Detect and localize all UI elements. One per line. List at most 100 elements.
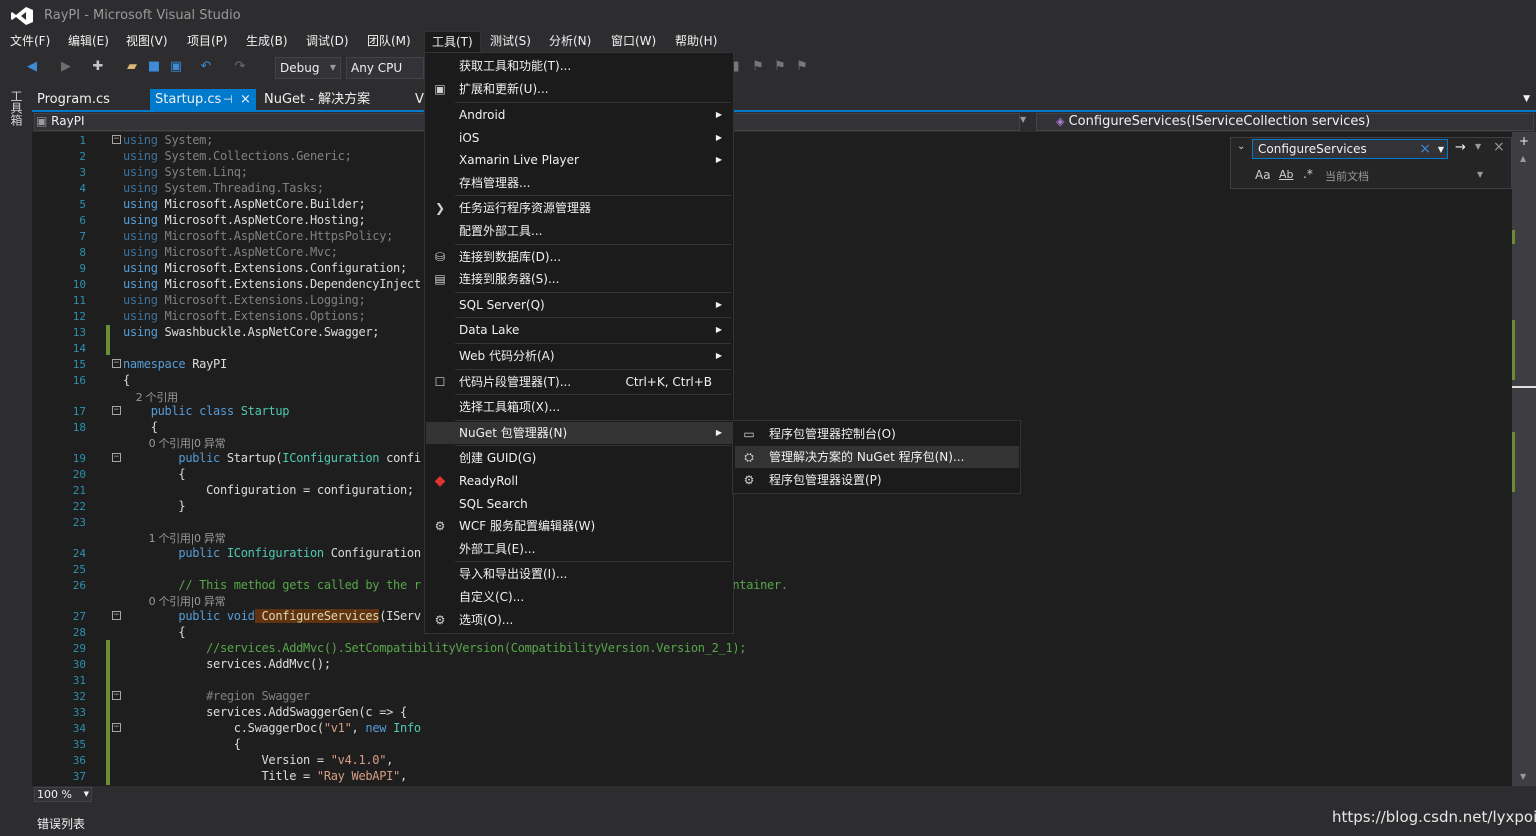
close-icon[interactable]: × (1493, 139, 1505, 155)
menu-separator (455, 394, 731, 396)
menu-bar: 文件(F) 编辑(E) 视图(V) 项目(P) 生成(B) 调试(D) 团队(M) 工具(T)… (0, 31, 1536, 53)
menu-item[interactable]: 代码片段管理器(T)... ☐ Ctrl+K, Ctrl+B (426, 371, 732, 393)
submenu-arrow-icon: ▶ (715, 299, 722, 309)
menu-item[interactable]: 生成(B) (239, 31, 295, 53)
watermark: https://blog.csdn.net/lyxpoid (1332, 808, 1536, 826)
menu-item[interactable]: 窗口(W) (604, 31, 663, 53)
menu-item[interactable]: 项目(P) (180, 31, 235, 53)
save-icon[interactable]: ■ (146, 59, 162, 75)
scroll-position-marker (1512, 386, 1536, 388)
menu-item[interactable]: 选择工具箱项(X)... (426, 396, 732, 418)
scroll-up-icon[interactable]: ▲ (1520, 154, 1526, 163)
toolbox-tab[interactable]: 工具箱 (9, 90, 25, 126)
project-icon: ▣ (36, 114, 48, 128)
menu-item[interactable]: 创建 GUID(G) (426, 447, 732, 469)
window-title: RayPI - Microsoft Visual Studio (44, 8, 241, 23)
match-case-icon[interactable]: Aa (1255, 168, 1271, 182)
bookmark-clear-icon[interactable]: ⚑ (794, 59, 810, 75)
close-icon[interactable]: × (240, 89, 251, 111)
undo-icon[interactable]: ↶ (198, 59, 214, 75)
bookmark-prev-icon[interactable]: ⚑ (750, 59, 766, 75)
menu-item[interactable]: 调试(D) (299, 31, 356, 53)
new-project-icon[interactable]: ✚ (90, 59, 106, 75)
chevron-down-icon[interactable]: ▼ (1438, 141, 1444, 159)
menu-item[interactable]: 视图(V) (119, 31, 175, 53)
find-input-value: ConfigureServices (1258, 142, 1367, 156)
horizontal-scrollbar[interactable] (32, 786, 1536, 803)
tab-program-cs[interactable]: Program.cs (32, 89, 115, 111)
error-list-title[interactable]: 错误列表 (37, 815, 85, 832)
regex-icon[interactable]: .* (1303, 167, 1313, 181)
expand-replace-icon[interactable]: ⌄ (1237, 141, 1245, 152)
submenu-item[interactable]: 管理解决方案的 NuGet 程序包(N)... ⛭ (735, 446, 1019, 468)
solution-config-select[interactable]: Debug ▼ (275, 57, 341, 79)
menu-item[interactable]: SQL Server(Q) ▶ (426, 294, 732, 316)
back-icon[interactable]: ◀ (24, 59, 40, 75)
menu-item[interactable]: 分析(N) (542, 31, 598, 53)
menu-separator (455, 291, 731, 293)
menu-item[interactable]: WCF 服务配置编辑器(W) ⚙ (426, 515, 732, 537)
scroll-track[interactable] (1514, 170, 1534, 770)
menu-item[interactable]: NuGet 包管理器(N) ▶ (426, 421, 732, 444)
menu-item[interactable]: 选项(O)... ⚙ (426, 609, 732, 631)
find-input[interactable]: ConfigureServices × ▼ (1252, 139, 1448, 159)
solution-platform-value: Any CPU (351, 61, 403, 75)
menu-item[interactable]: 配置外部工具... (426, 220, 732, 242)
bookmark-next-icon[interactable]: ⚑ (772, 59, 788, 75)
menu-item[interactable]: 导入和导出设置(I)... (426, 563, 732, 585)
redo-icon[interactable]: ↷ (232, 59, 248, 75)
menu-item[interactable]: SQL Search (426, 493, 732, 515)
menu-item[interactable]: 团队(M) (360, 31, 418, 53)
menu-item-label: 选择工具箱项(X)... (459, 400, 561, 415)
submenu-item-label: 程序包管理器设置(P) (769, 473, 882, 487)
whole-word-icon[interactable]: Ab (1279, 168, 1294, 181)
menu-item-label: 创建 GUID(G) (459, 451, 537, 466)
submenu-item[interactable]: 程序包管理器控制台(O) ▭ (735, 423, 1019, 445)
menu-item[interactable]: 存档管理器... (426, 172, 732, 194)
split-icon[interactable]: + (1519, 134, 1529, 148)
menu-item[interactable]: Xamarin Live Player ▶ (426, 149, 732, 171)
menu-item[interactable]: 外部工具(E)... (426, 538, 732, 560)
menu-item[interactable]: ReadyRoll ◆ (426, 470, 732, 492)
menu-separator (455, 317, 731, 319)
menu-item[interactable]: 获取工具和功能(T)... (426, 55, 732, 77)
menu-item-label: 选项(O)... (459, 612, 514, 627)
menu-item[interactable]: 任务运行程序资源管理器 ❯ (426, 197, 732, 219)
tab-startup-cs[interactable]: Startup.cs ⊣ × (150, 89, 256, 111)
nav-member[interactable]: ◈ ConfigureServices(IServiceCollection s… (1056, 114, 1370, 129)
menu-item[interactable]: Android ▶ (426, 104, 732, 126)
menu-item[interactable]: 扩展和更新(U)... ▣ (426, 78, 732, 100)
submenu-item[interactable]: 程序包管理器设置(P) ⚙ (735, 469, 1019, 491)
scroll-down-icon[interactable]: ▼ (1520, 772, 1526, 781)
menu-item[interactable]: 连接到数据库(D)... ⛁ (426, 246, 732, 268)
submenu-arrow-icon: ▶ (715, 351, 722, 360)
menu-item[interactable]: 帮助(H) (668, 31, 724, 53)
menu-item[interactable]: 编辑(E) (61, 31, 116, 53)
zoom-select[interactable]: 100 % ▼ (34, 787, 92, 802)
nav-project[interactable]: ▣ RayPI (36, 114, 84, 128)
tab-nuget-solution[interactable]: NuGet - 解决方案 (259, 89, 375, 111)
find-next-icon[interactable]: → (1455, 140, 1466, 155)
menu-item[interactable]: Data Lake ▶ (426, 319, 732, 341)
tab-label: Startup.cs (155, 92, 222, 107)
menu-item[interactable]: 文件(F) (3, 31, 57, 53)
menu-item[interactable]: 工具(T) (424, 31, 481, 53)
menu-item[interactable]: Web 代码分析(A) ▶ (426, 345, 732, 367)
save-all-icon[interactable]: ▣ (168, 59, 184, 75)
menu-item[interactable]: iOS ▶ (426, 127, 732, 149)
console-icon: ▭ (743, 427, 755, 441)
gear-icon: ⚙ (434, 612, 446, 627)
solution-platform-select[interactable]: Any CPU (346, 57, 424, 79)
toolbox-strip (0, 83, 32, 836)
pin-icon[interactable]: ⊣ (223, 89, 233, 111)
find-scope[interactable]: 当前文档 (1325, 168, 1369, 184)
menu-item[interactable]: 连接到服务器(S)... ▤ (426, 268, 732, 290)
menu-item[interactable]: 测试(S) (483, 31, 538, 53)
menu-item-label: 获取工具和功能(T)... (459, 59, 572, 73)
vertical-scrollbar[interactable]: + ▲ ▼ (1512, 132, 1536, 786)
clear-icon[interactable]: × (1419, 140, 1431, 158)
forward-icon[interactable]: ▶ (58, 59, 74, 75)
tab-overflow-icon[interactable]: ▼ (1523, 94, 1530, 104)
menu-item[interactable]: 自定义(C)... (426, 586, 732, 608)
open-folder-icon[interactable]: ▰ (124, 59, 140, 75)
